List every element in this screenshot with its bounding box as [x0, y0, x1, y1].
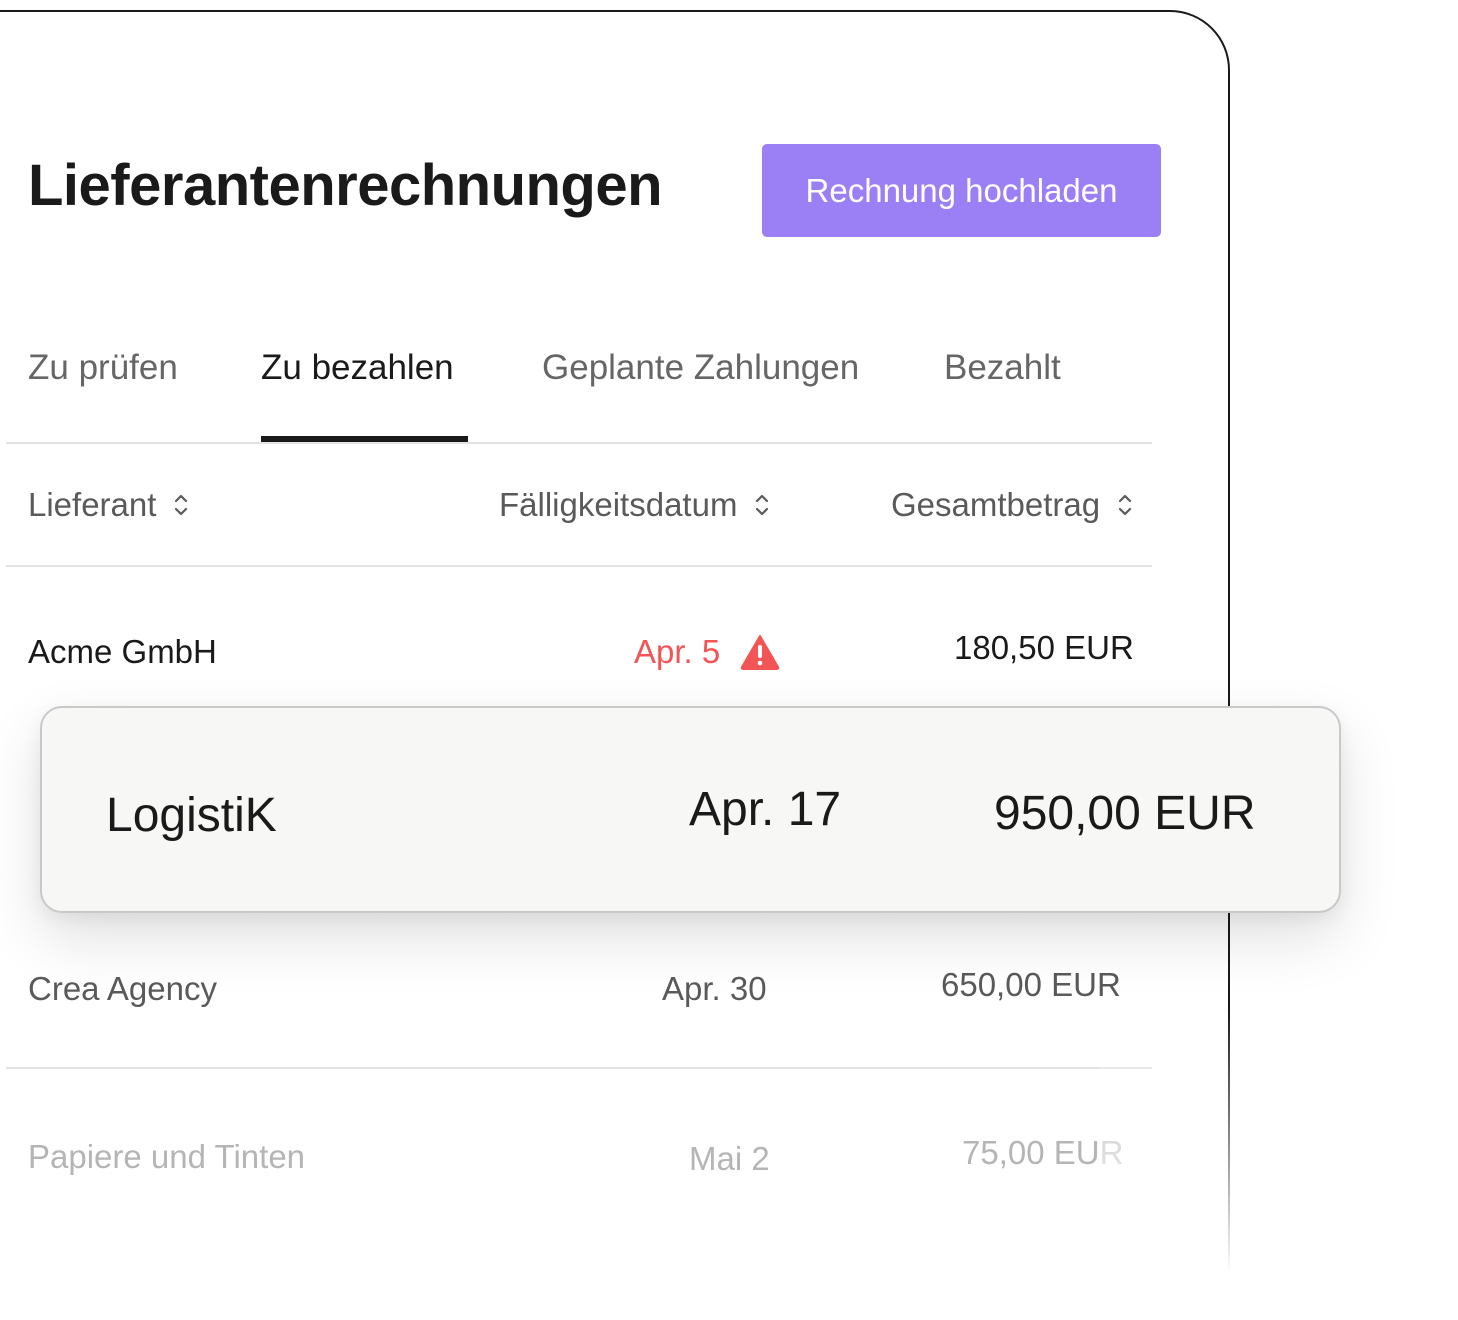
column-header-supplier[interactable]: Lieferant [28, 486, 188, 524]
column-header-total[interactable]: Gesamtbetrag [891, 486, 1132, 524]
panel-fade [1100, 1010, 1300, 1320]
header-divider [6, 565, 1152, 567]
row-divider [6, 1067, 1152, 1069]
amount-cell: 180,50 EUR [954, 629, 1134, 666]
invoice-page: Lieferantenrechnungen Rechnung hochladen… [0, 0, 1458, 1320]
warning-icon [740, 635, 780, 670]
tab-bar: Zu prüfen Zu bezahlen Geplante Zahlungen… [0, 340, 1152, 444]
supplier-cell: LogistiK [106, 789, 277, 842]
sort-icon [1119, 494, 1132, 516]
column-header-due-date[interactable]: Fälligkeitsdatum [499, 486, 769, 524]
upload-invoice-button[interactable]: Rechnung hochladen [762, 144, 1161, 237]
due-date-cell: Apr. 5 [634, 633, 780, 671]
amount-cell: 950,00 EUR [994, 787, 1256, 840]
tab-geplante-zahlungen[interactable]: Geplante Zahlungen [542, 348, 859, 388]
tabs-divider [6, 442, 1152, 444]
page-title: Lieferantenrechnungen [28, 153, 663, 218]
tab-bezahlt[interactable]: Bezahlt [944, 348, 1061, 388]
tab-zu-bezahlen[interactable]: Zu bezahlen [261, 348, 454, 388]
column-header-label: Gesamtbetrag [891, 486, 1101, 523]
supplier-cell: Papiere und Tinten [28, 1138, 306, 1175]
supplier-cell: Crea Agency [28, 970, 217, 1007]
due-date-text: Apr. 5 [634, 633, 721, 670]
sort-icon [175, 494, 188, 516]
amount-cell: 650,00 EUR [941, 966, 1121, 1003]
sort-icon [756, 494, 769, 516]
highlighted-table-row[interactable]: LogistiK Apr. 17 950,00 EUR [40, 706, 1341, 913]
supplier-cell: Acme GmbH [28, 633, 217, 670]
due-date-cell: Mai 2 [689, 1140, 770, 1177]
column-header-label: Lieferant [28, 486, 157, 523]
due-date-cell: Apr. 17 [689, 783, 842, 836]
column-header-label: Fälligkeitsdatum [499, 486, 738, 523]
due-date-cell: Apr. 30 [662, 970, 767, 1007]
tab-zu-pruefen[interactable]: Zu prüfen [28, 348, 178, 388]
